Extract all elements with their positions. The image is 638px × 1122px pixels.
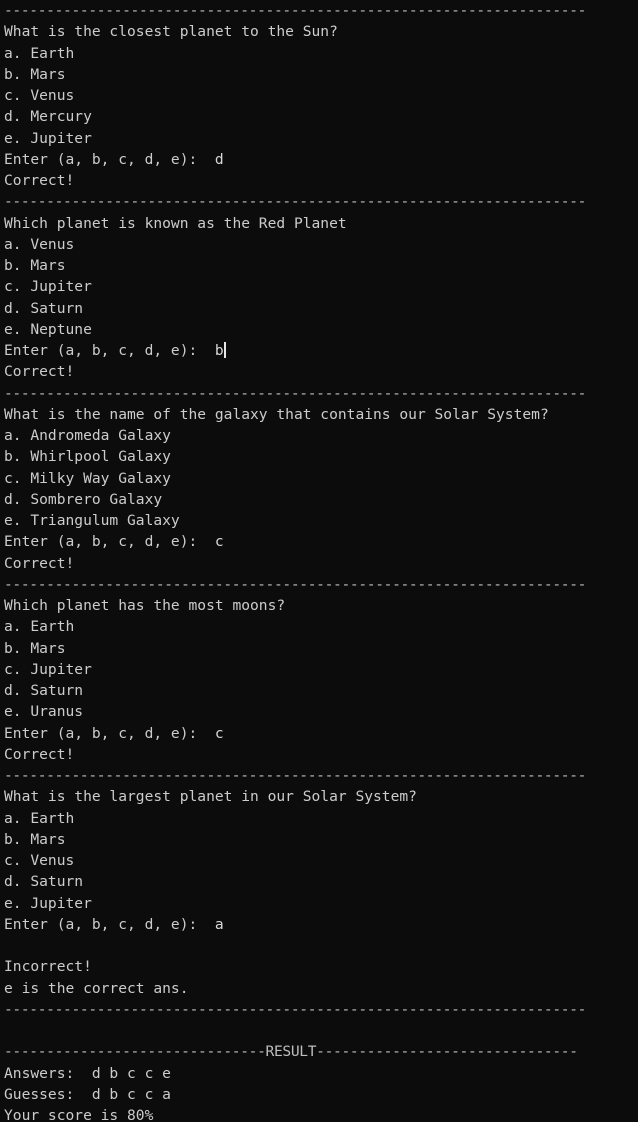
question-4-input-value: c [214,724,224,742]
question-2-prompt-line[interactable]: Enter (a, b, c, d, e): b [4,340,638,361]
prompt-label: Enter (a, b, c, d, e): [4,915,215,933]
question-5-input-value: a [214,915,224,933]
question-5-option-c: c. Venus [4,852,75,869]
question-2-option-e: e. Neptune [4,320,92,338]
separator-line: ----------------------------------------… [4,767,587,784]
text-cursor [223,342,226,358]
question-3-input-value: c [214,533,224,551]
separator-line: ----------------------------------------… [4,384,587,402]
question-1-text: What is the closest planet to the Sun? [4,23,338,41]
question-5-prompt-line: Enter (a, b, c, d, e): a [4,914,638,935]
question-5-option-d: d. Saturn [4,873,84,891]
question-3-option-b: b. Whirlpool Galaxy [4,448,171,466]
separator-line: ----------------------------------------… [4,1000,587,1018]
result-score: Your score is 80% [4,1107,154,1122]
question-1-prompt-line: Enter (a, b, c, d, e): d [4,149,638,170]
question-1-option-c: c. Venus [4,87,75,104]
question-1-feedback: Correct! [4,172,75,189]
prompt-label: Enter (a, b, c, d, e): [4,150,215,168]
question-4-text: Which planet has the most moons? [4,597,286,614]
question-5-feedback: Incorrect! [4,958,92,976]
question-2-option-b: b. Mars [4,257,66,274]
question-5-correct-answer: e is the correct ans. [4,979,189,997]
question-5-option-e: e. Jupiter [4,894,92,912]
question-1-input-value: d [214,150,224,168]
question-2-input-value[interactable]: b [215,342,224,359]
question-3-option-c: c. Milky Way Galaxy [4,469,171,487]
result-header: -------------------------------RESULT---… [4,1043,578,1061]
prompt-label: Enter (a, b, c, d, e): [4,724,215,742]
question-1-option-e: e. Jupiter [4,129,92,147]
question-1-option-a: a. Earth [4,44,75,62]
prompt-label: Enter (a, b, c, d, e): [4,533,215,551]
prompt-label: Enter (a, b, c, d, e): [4,342,215,359]
question-2-option-a: a. Venus [4,235,75,253]
result-guesses: Guesses: d b c c a [4,1085,171,1103]
question-4-option-b: b. Mars [4,639,66,657]
question-3-feedback: Correct! [4,554,75,572]
separator-line: ----------------------------------------… [4,193,587,211]
question-4-option-a: a. Earth [4,618,75,636]
question-4-feedback: Correct! [4,745,75,763]
question-3-text: What is the name of the galaxy that cont… [4,405,549,423]
question-3-option-d: d. Sombrero Galaxy [4,490,163,508]
question-3-prompt-line: Enter (a, b, c, d, e): c [4,531,638,552]
terminal-window[interactable]: ----------------------------------------… [0,0,638,1122]
question-4-option-e: e. Uranus [4,703,84,721]
question-3-option-e: e. Triangulum Galaxy [4,512,180,529]
question-4-prompt-line: Enter (a, b, c, d, e): c [4,723,638,744]
question-3-option-a: a. Andromeda Galaxy [4,427,171,444]
result-answers: Answers: d b c c e [4,1064,171,1082]
question-1-option-d: d. Mercury [4,108,92,126]
question-4-option-c: c. Jupiter [4,660,92,678]
question-1-option-b: b. Mars [4,65,66,83]
question-2-option-d: d. Saturn [4,299,84,317]
question-5-text: What is the largest planet in our Solar … [4,788,417,806]
separator-line: ----------------------------------------… [4,575,587,593]
question-4-option-d: d. Saturn [4,682,84,699]
question-2-option-c: c. Jupiter [4,278,92,296]
question-5-option-b: b. Mars [4,830,66,848]
question-2-feedback: Correct! [4,363,75,381]
question-2-text: Which planet is known as the Red Planet [4,214,347,232]
separator-line: ----------------------------------------… [4,2,587,19]
question-5-option-a: a. Earth [4,809,75,827]
